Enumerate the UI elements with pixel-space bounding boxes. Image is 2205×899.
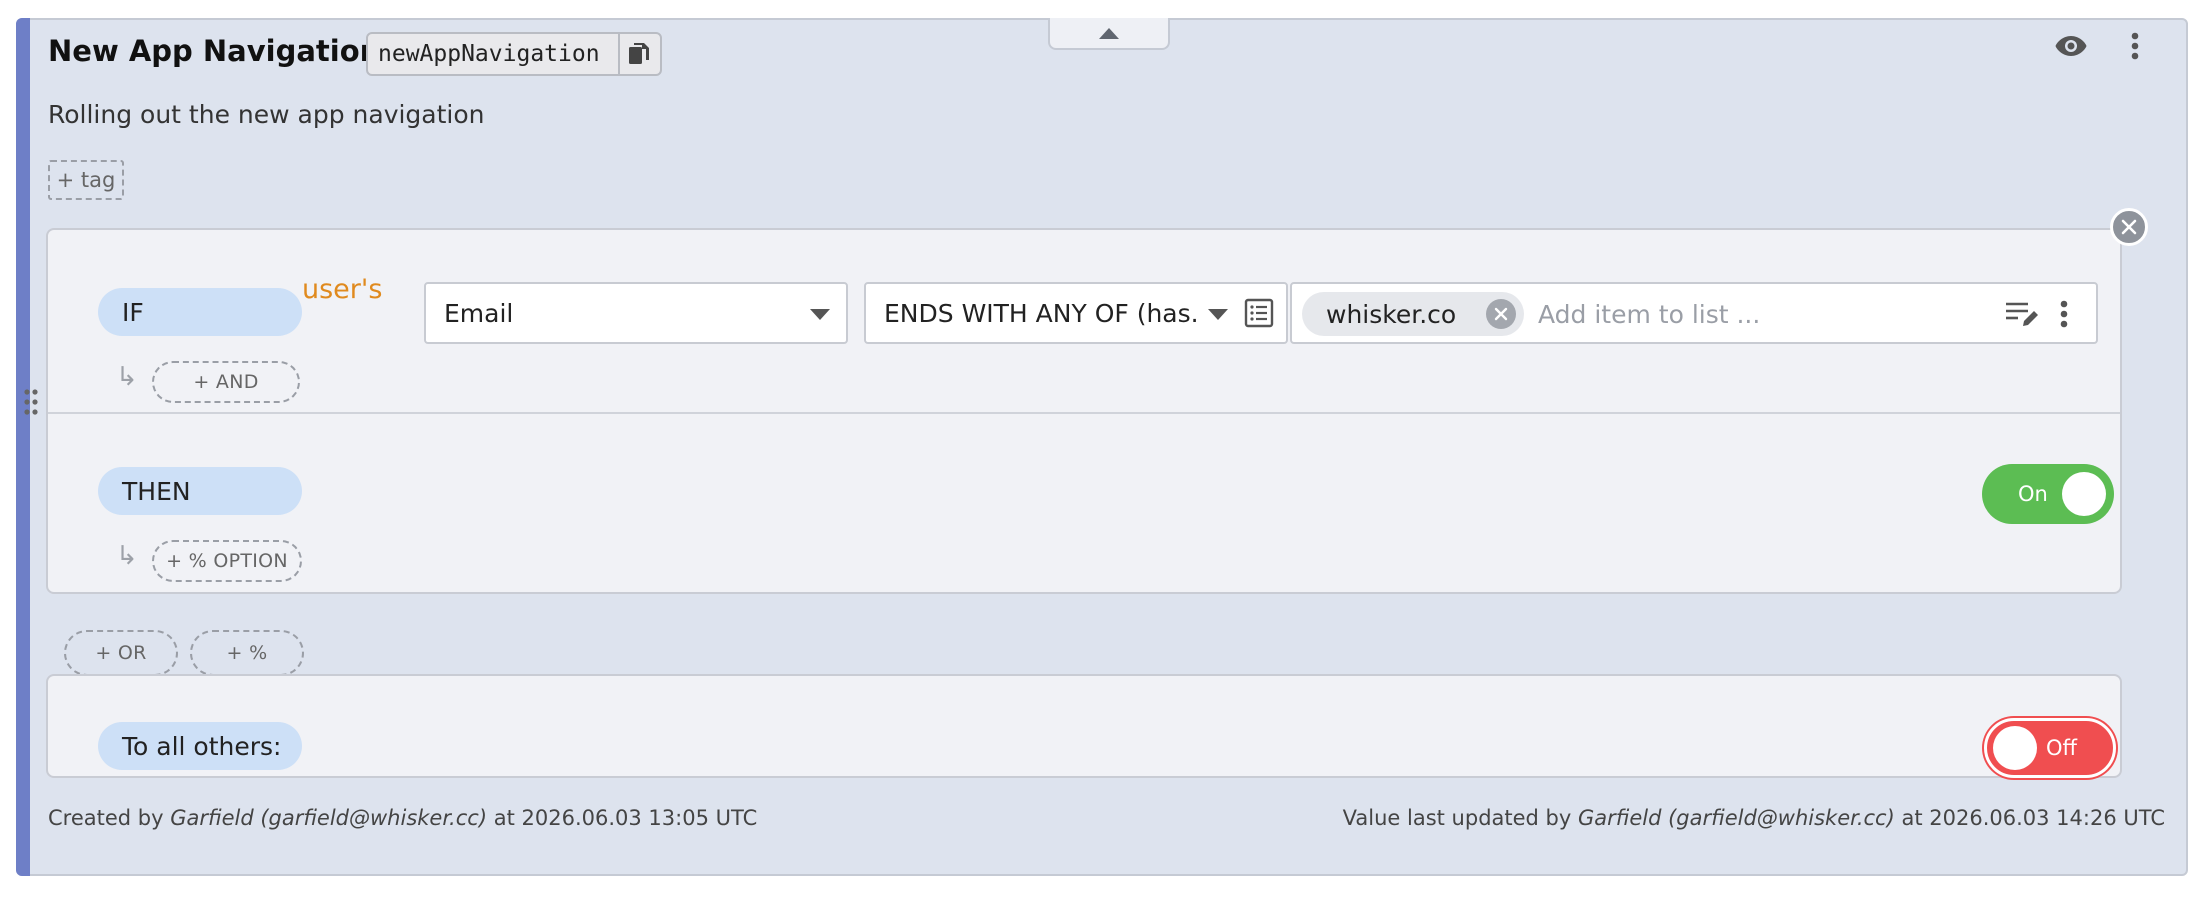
created-prefix: Created by: [48, 806, 164, 830]
flag-description: Rolling out the new app navigation: [48, 100, 485, 129]
toggle-state-label: On: [2018, 482, 2048, 506]
flag-key: newAppNavigation: [378, 41, 600, 67]
comparator-value: ENDS WITH ANY OF (has...: [884, 298, 1200, 328]
then-value-toggle[interactable]: On: [1982, 464, 2114, 524]
list-item-value: whisker.co: [1326, 299, 1457, 329]
add-and-button[interactable]: + AND: [152, 361, 300, 403]
sub-condition-arrow-icon: ↳: [116, 362, 138, 392]
chevron-up-icon: [1099, 27, 1119, 39]
add-percent-option-button[interactable]: + % OPTION: [152, 540, 302, 582]
list-icon[interactable]: [1244, 298, 1274, 328]
to-all-others-label: To all others:: [98, 722, 302, 770]
flag-more-button[interactable]: [2120, 26, 2150, 66]
fallback-rule: [46, 674, 2122, 778]
copy-icon: [629, 43, 649, 64]
delete-rule-button[interactable]: [2110, 208, 2148, 246]
toggle-knob: [1993, 726, 2037, 770]
add-percent-button[interactable]: + %: [190, 630, 304, 676]
card-accent-bar: [16, 18, 30, 876]
created-info: Created by Garfield (garfield@whisker.cc…: [48, 806, 757, 830]
flag-key-chip: newAppNavigation: [366, 32, 662, 76]
list-item-chip: whisker.co: [1302, 292, 1524, 336]
then-label: THEN: [98, 467, 302, 515]
close-circle-icon: [1494, 307, 1508, 321]
subject-label: user's: [302, 274, 383, 305]
remove-item-button[interactable]: [1486, 299, 1516, 329]
comparator-select[interactable]: ENDS WITH ANY OF (has...: [864, 282, 1288, 344]
updated-at: at 2026.06.03 14:26 UTC: [1901, 806, 2165, 830]
copy-key-button[interactable]: [618, 34, 658, 74]
updated-info: Value last updated by Garfield (garfield…: [1343, 806, 2165, 830]
close-icon: [2121, 219, 2137, 235]
more-vertical-icon: [2060, 300, 2068, 328]
chevron-down-icon: [1208, 309, 1228, 320]
created-by: Garfield (garfield@whisker.cc): [170, 806, 488, 830]
flag-title: New App Navigation: [48, 34, 381, 68]
drag-handle-icon[interactable]: [24, 388, 38, 416]
more-vertical-icon: [2131, 32, 2139, 60]
edit-list-icon[interactable]: [2004, 298, 2040, 330]
attribute-select[interactable]: Email: [424, 282, 848, 344]
sub-option-arrow-icon: ↳: [116, 541, 138, 571]
add-tag-button[interactable]: + tag: [48, 160, 124, 200]
list-more-button[interactable]: [2052, 296, 2076, 332]
collapse-button[interactable]: [1048, 18, 1170, 50]
comparison-value-list: whisker.co: [1290, 282, 2098, 344]
chevron-down-icon: [810, 309, 830, 320]
toggle-state-label: Off: [2046, 736, 2077, 760]
rule-divider: [48, 412, 2120, 414]
if-label: IF: [98, 288, 302, 336]
fallback-value-toggle[interactable]: Off: [1984, 718, 2116, 778]
eye-icon: [2055, 36, 2087, 56]
visibility-button[interactable]: [2051, 26, 2091, 66]
created-at: at 2026.06.03 13:05 UTC: [493, 806, 758, 830]
attribute-value: Email: [444, 298, 514, 328]
add-list-item-input[interactable]: [1536, 292, 1966, 336]
updated-prefix: Value last updated by: [1342, 806, 1572, 830]
updated-by: Garfield (garfield@whisker.cc): [1578, 806, 1895, 830]
toggle-knob: [2062, 472, 2106, 516]
add-or-button[interactable]: + OR: [64, 630, 178, 676]
